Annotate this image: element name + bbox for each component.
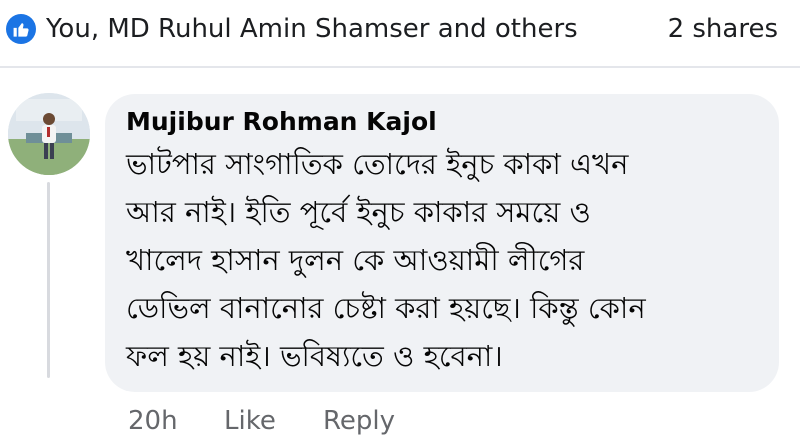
- like-reaction-icon[interactable]: [6, 14, 36, 44]
- reply-button[interactable]: Reply: [323, 404, 395, 438]
- comment-timestamp[interactable]: 20h: [128, 404, 178, 438]
- comment-text-line: ভাটপার সাংগাতিক তোদের ইনুচ কাকা এখন: [126, 147, 629, 181]
- shares-count-link[interactable]: 2 shares: [668, 11, 778, 47]
- comment-text-line: আর নাই। ইতি পূর্বে ইনুচ কাকার সময়ে ও: [126, 195, 591, 229]
- reactions-summary-bar: You, MD Ruhul Amin Shamser and others 2 …: [0, 0, 800, 58]
- comment-text-line: ফল হয় নাই। ভবিষ্যতে ও হবেনা।: [126, 339, 503, 373]
- reactors-link[interactable]: You, MD Ruhul Amin Shamser and others: [46, 11, 578, 47]
- reply-thread-line: [47, 182, 50, 378]
- comment-text-line: ডেভিল বানানোর চেষ্টা করা হয়ছে। কিন্তু ক…: [126, 291, 646, 325]
- comment-text-line: খালেদ হাসান দুলন কে আওয়ামী লীগের: [126, 243, 585, 277]
- like-icon: [13, 22, 29, 37]
- like-button[interactable]: Like: [224, 404, 276, 438]
- section-divider: [0, 66, 800, 68]
- comment-text: ভাটপার সাংগাতিক তোদের ইনুচ কাকা এখন আর ন…: [126, 140, 766, 380]
- profile-photo-image: [8, 93, 90, 175]
- comment-author-name[interactable]: Mujibur Rohman Kajol: [126, 105, 437, 139]
- avatar[interactable]: [8, 93, 90, 175]
- facebook-comment-section: You, MD Ruhul Amin Shamser and others 2 …: [0, 0, 800, 443]
